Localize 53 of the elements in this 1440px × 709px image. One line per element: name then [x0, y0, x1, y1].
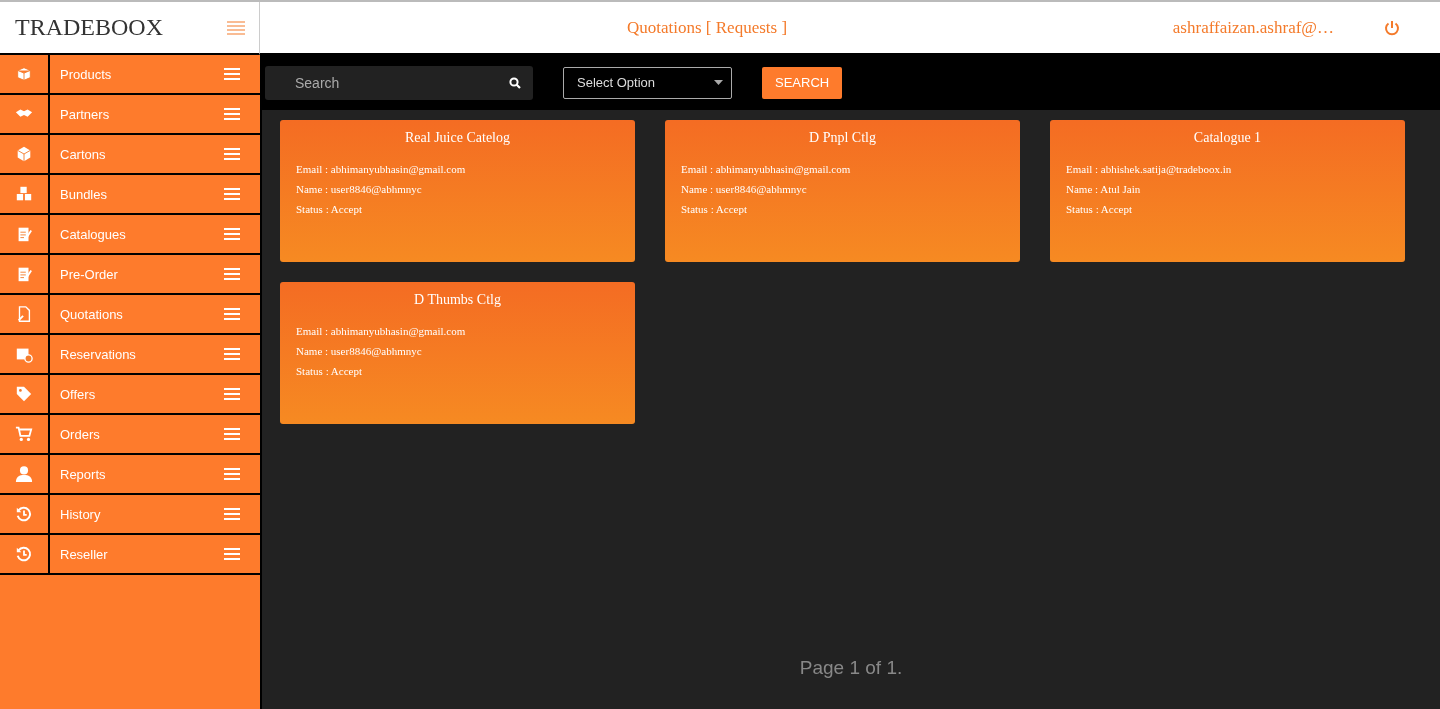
cart-icon — [15, 425, 33, 443]
document-icon — [15, 305, 33, 323]
quotation-card[interactable]: D Pnpl Ctlg Email : abhimanyubhasin@gmail.com Name : user8846@abhmnyc Status : Accept — [665, 120, 1020, 262]
card-detail: Email : abhimanyubhasin@gmail.com — [296, 325, 467, 337]
history-icon — [15, 545, 33, 563]
sidebar-item[interactable]: Bundles — [0, 175, 260, 215]
history-icon — [15, 505, 33, 523]
card-detail: Email : abhishek.satija@tradeboox.in — [1066, 163, 1233, 175]
sidebar-item[interactable]: Quotations — [0, 295, 260, 335]
card-detail: Name : Atul Jain — [1066, 183, 1142, 195]
quotation-card[interactable]: Real Juice Catelog Email : abhimanyubhasin@gmail.com Name : user8846@abhmnyc Status : Accept — [280, 120, 635, 262]
sidebar-item[interactable]: Reservations — [0, 335, 260, 375]
user-icon — [15, 465, 33, 483]
menu-icon[interactable] — [227, 20, 245, 35]
card-detail: Status : Accept — [681, 203, 748, 215]
search-field[interactable]: Search — [265, 65, 533, 100]
cubes-icon — [15, 185, 33, 203]
sidebar-item[interactable]: Catalogues — [0, 215, 260, 255]
sidebar-item[interactable]: Offers — [0, 375, 260, 415]
card-detail: Status : Accept — [296, 203, 363, 215]
quotation-card[interactable]: D Thumbs Ctlg Email : abhimanyubhasin@gmail.com Name : user8846@abhmnyc Status : Accept — [280, 282, 635, 424]
brand-logo: TRADEBOOX — [15, 14, 163, 41]
power-icon[interactable] — [1384, 19, 1400, 36]
page-title: Quotations [ Requests ] — [627, 17, 788, 38]
tag-icon — [15, 385, 33, 403]
card-title: D Thumbs Ctlg — [413, 292, 502, 308]
card-title: Catalogue 1 — [1192, 130, 1263, 146]
card-detail: Name : user8846@abhmnyc — [681, 183, 808, 195]
caret-icon — [714, 80, 723, 85]
search-icon — [509, 76, 521, 89]
card-detail: Email : abhimanyubhasin@gmail.com — [681, 163, 852, 175]
select-dropdown[interactable]: Select Option — [563, 66, 732, 99]
pagination-text: Page 1 of 1. — [798, 657, 904, 679]
sidebar-item[interactable]: Reseller — [0, 535, 260, 575]
card-detail: Name : user8846@abhmnyc — [296, 345, 423, 357]
user-email[interactable]: ashraffaizan.ashraf@… — [1172, 17, 1334, 38]
cube-icon — [15, 145, 33, 163]
card-detail: Email : abhimanyubhasin@gmail.com — [296, 163, 467, 175]
card-detail: Status : Accept — [296, 365, 363, 377]
sidebar-item[interactable]: Products — [0, 55, 260, 95]
card-detail: Status : Accept — [1066, 203, 1133, 215]
sidebar-item[interactable]: Reports — [0, 455, 260, 495]
sidebar-item[interactable]: Partners — [0, 95, 260, 135]
sidebar-item[interactable]: Orders — [0, 415, 260, 455]
sidebar-item[interactable]: Pre-Order — [0, 255, 260, 295]
search-button[interactable]: SEARCH — [762, 66, 843, 99]
sidebar-item[interactable]: Cartons — [0, 135, 260, 175]
quotation-card[interactable]: Catalogue 1 Email : abhishek.satija@tradeboox.in Name : Atul Jain Status : Accept — [1050, 120, 1405, 262]
sidebar-item[interactable]: History — [0, 495, 260, 535]
card-title: D Pnpl Ctlg — [808, 130, 877, 146]
card-detail: Name : user8846@abhmnyc — [296, 183, 423, 195]
box-icon — [15, 65, 33, 83]
card-title: Real Juice Catelog — [404, 130, 511, 146]
